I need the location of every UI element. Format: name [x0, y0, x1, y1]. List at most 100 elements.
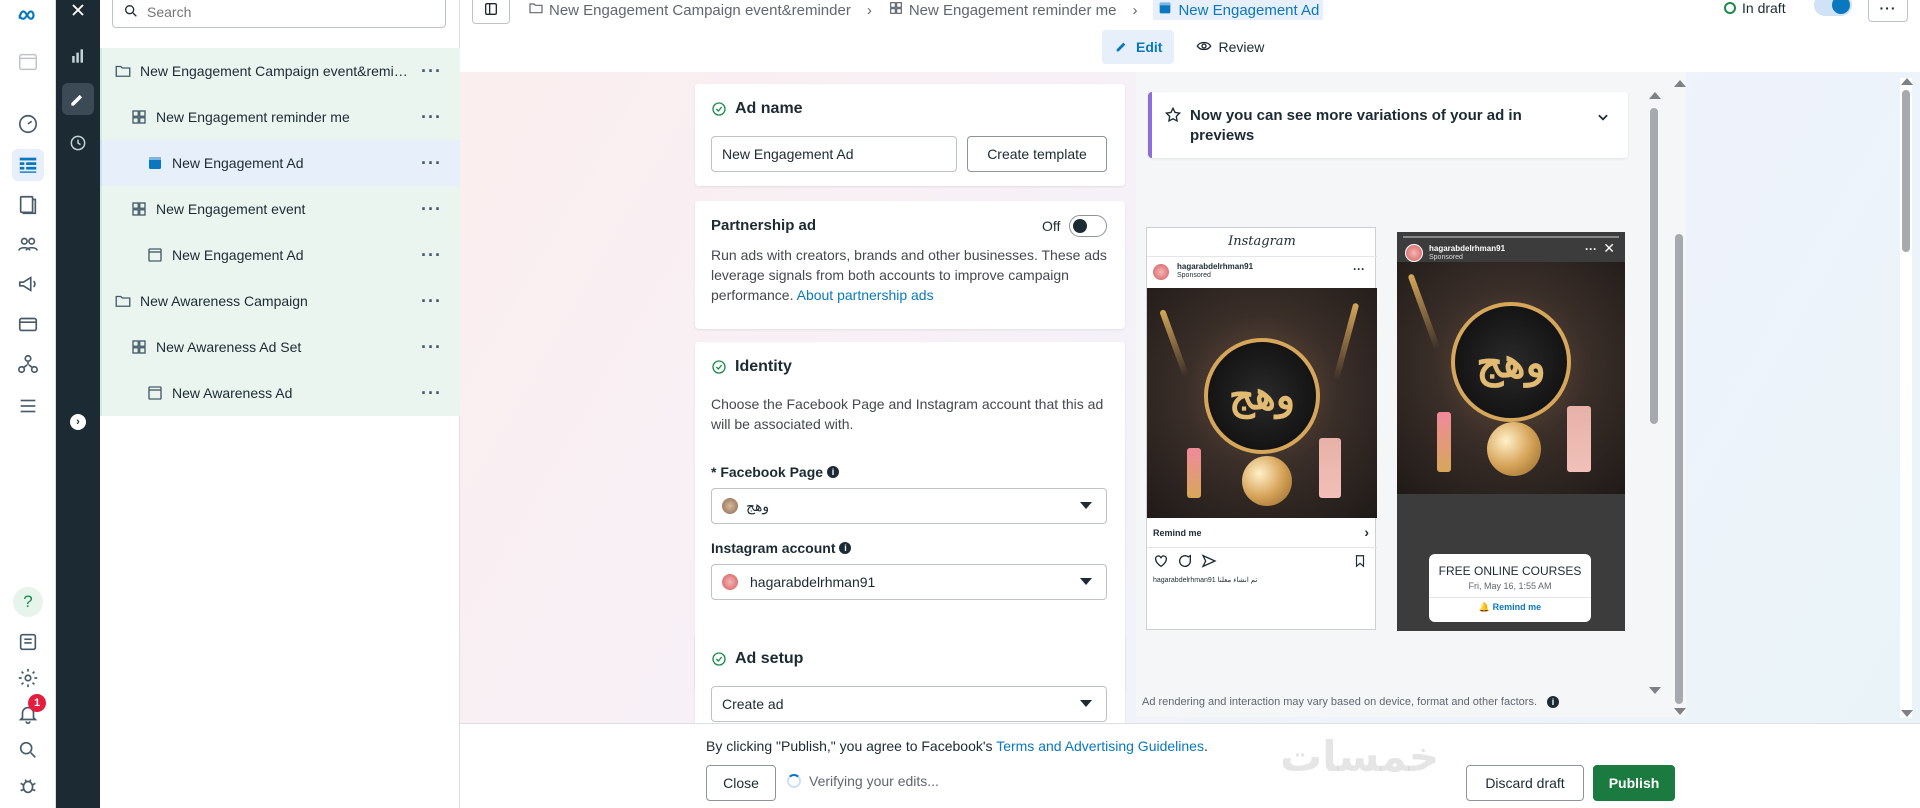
story-event-card[interactable]: FREE ONLINE COURSES Fri, May 16, 1:55 AM… — [1429, 554, 1591, 622]
preview-variations-banner[interactable]: Now you can see more variations of your … — [1148, 92, 1628, 158]
scroll-down-arrow-icon[interactable] — [1674, 708, 1686, 715]
tree-search-box[interactable] — [112, 0, 446, 28]
breadcrumb-campaign[interactable]: New Engagement Campaign event&reminder — [528, 0, 851, 20]
partnership-toggle[interactable] — [1069, 215, 1107, 237]
scroll-up-arrow-icon[interactable] — [1649, 92, 1661, 99]
tree-item[interactable]: New Engagement Campaign event&reminder ··… — [100, 48, 460, 94]
nail-polish — [1567, 406, 1591, 472]
tab-edit[interactable]: Edit — [1102, 30, 1175, 64]
info-icon[interactable]: i — [1547, 696, 1559, 708]
terms-link[interactable]: Terms and Advertising Guidelines — [996, 738, 1204, 754]
breadcrumb-adset[interactable]: New Engagement reminder me — [888, 0, 1116, 20]
watermark: خمسات — [1280, 732, 1440, 781]
comment-icon[interactable] — [1177, 553, 1193, 569]
dashboard-gauge-icon[interactable] — [12, 108, 44, 140]
tree-item[interactable]: New Engagement event ··· — [100, 186, 460, 232]
story-remind-button[interactable]: 🔔 Remind me — [1429, 597, 1591, 613]
more-options-icon[interactable]: ··· — [421, 383, 442, 404]
scroll-down-arrow-icon[interactable] — [1649, 687, 1661, 694]
bookmark-icon[interactable] — [1353, 553, 1367, 569]
heart-icon[interactable] — [1153, 553, 1169, 569]
ad-setup-select[interactable]: Create ad — [711, 686, 1107, 722]
billing-card-icon[interactable] — [12, 308, 44, 340]
calligraphy-emblem: ﻭﻫﺞ — [1228, 372, 1296, 419]
tree-item[interactable]: New Engagement Ad ··· — [100, 140, 460, 186]
info-icon[interactable]: i — [839, 542, 852, 554]
pages-icon[interactable] — [12, 189, 44, 221]
feed-cta-row[interactable]: Remind me › — [1147, 518, 1377, 548]
instagram-feed-preview[interactable]: Instagram hagarabdelrhman91 Sponsored ··… — [1146, 227, 1377, 630]
megaphone-icon[interactable] — [12, 268, 44, 300]
tree-item[interactable]: New Awareness Ad Set ··· — [100, 324, 460, 370]
ad-name-input[interactable]: New Engagement Ad — [711, 136, 957, 172]
discard-draft-button[interactable]: Discard draft — [1466, 765, 1584, 801]
more-options-icon[interactable]: ··· — [421, 61, 442, 82]
scroll-thumb[interactable] — [1902, 90, 1910, 252]
tab-review[interactable]: Review — [1184, 30, 1276, 64]
breadcrumb-ad[interactable]: New Engagement Ad — [1153, 0, 1324, 20]
share-send-icon[interactable] — [1201, 553, 1217, 569]
search-icon[interactable] — [12, 734, 44, 766]
notifications-bell-icon[interactable]: 1 — [12, 694, 46, 730]
divider — [1147, 256, 1377, 257]
tree-item[interactable]: New Awareness Ad ··· — [100, 370, 460, 416]
ads-manager-table-icon[interactable] — [12, 149, 44, 181]
chevron-down-icon[interactable] — [1596, 110, 1610, 127]
about-partnership-ads-link[interactable]: About partnership ads — [797, 287, 934, 303]
bug-report-icon[interactable] — [12, 770, 44, 802]
tree-search-input[interactable] — [147, 4, 427, 20]
top-toggle-switch[interactable] — [1814, 0, 1852, 16]
expand-chevron-icon[interactable]: › — [62, 406, 94, 438]
news-feed-icon[interactable] — [12, 626, 44, 658]
help-icon[interactable]: ? — [12, 586, 44, 618]
edit-pencil-icon[interactable] — [62, 83, 94, 115]
scroll-thumb[interactable] — [1675, 234, 1683, 704]
more-options-button[interactable]: ··· — [1868, 0, 1908, 22]
close-button[interactable]: Close — [706, 765, 776, 801]
tree-item[interactable]: New Engagement reminder me ··· — [100, 94, 460, 140]
window-icon[interactable] — [12, 46, 44, 78]
scroll-thumb[interactable] — [1650, 108, 1658, 424]
more-options-icon[interactable]: ··· — [421, 107, 442, 128]
business-network-icon[interactable] — [12, 348, 44, 380]
ad-setup-heading: Ad setup — [711, 650, 803, 668]
scroll-up-arrow-icon[interactable] — [1901, 78, 1913, 85]
more-options-icon[interactable]: ··· — [421, 199, 442, 220]
tree-item[interactable]: New Engagement Ad ··· — [100, 232, 460, 278]
more-options-icon[interactable]: ··· — [421, 153, 442, 174]
scroll-up-arrow-icon[interactable] — [1674, 80, 1686, 87]
page-scrollbar[interactable] — [1900, 78, 1913, 718]
reporting-bar-chart-icon[interactable] — [62, 40, 94, 72]
breadcrumb: New Engagement Campaign event&reminder ›… — [528, 0, 1324, 20]
adset-grid-icon — [888, 0, 904, 20]
lipstick — [1437, 412, 1451, 472]
scroll-down-arrow-icon[interactable] — [1901, 710, 1913, 717]
publish-button[interactable]: Publish — [1593, 765, 1675, 801]
close-icon[interactable] — [62, 0, 94, 26]
toggle-side-panel-button[interactable] — [472, 0, 510, 24]
more-options-icon[interactable]: ··· — [421, 245, 442, 266]
create-template-button[interactable]: Create template — [967, 136, 1107, 172]
editor-scrollbar[interactable] — [1673, 80, 1686, 716]
info-icon[interactable]: i — [827, 466, 840, 478]
more-icon[interactable]: ··· — [1353, 262, 1365, 276]
settings-gear-icon[interactable] — [12, 662, 44, 694]
instagram-story-preview[interactable]: hagarabdelrhman91 Sponsored ··· ✕ ﻭﻫﺞ FR… — [1397, 232, 1625, 631]
history-clock-icon[interactable] — [62, 127, 94, 159]
draft-status: In draft — [1724, 0, 1786, 16]
more-options-icon[interactable]: ··· — [421, 291, 442, 312]
facebook-page-select[interactable]: وهج — [711, 488, 1107, 524]
identity-description: Choose the Facebook Page and Instagram a… — [711, 396, 1104, 432]
meta-logo-icon[interactable] — [12, 0, 44, 32]
instagram-account-select[interactable]: hagarabdelrhman91 — [711, 564, 1107, 600]
story-remind-label: Remind me — [1492, 602, 1542, 612]
tree-item[interactable]: New Awareness Campaign ··· — [100, 278, 460, 324]
more-options-icon[interactable]: ··· — [421, 337, 442, 358]
more-icon[interactable]: ··· — [1585, 242, 1597, 256]
terms-prefix-text: By clicking "Publish," you agree to Face… — [706, 738, 993, 754]
audiences-icon[interactable] — [12, 228, 44, 260]
story-progress-bar — [1403, 236, 1619, 238]
close-icon[interactable]: ✕ — [1603, 240, 1615, 257]
all-tools-menu-icon[interactable] — [12, 390, 44, 422]
preview-scrollbar[interactable] — [1648, 92, 1661, 694]
